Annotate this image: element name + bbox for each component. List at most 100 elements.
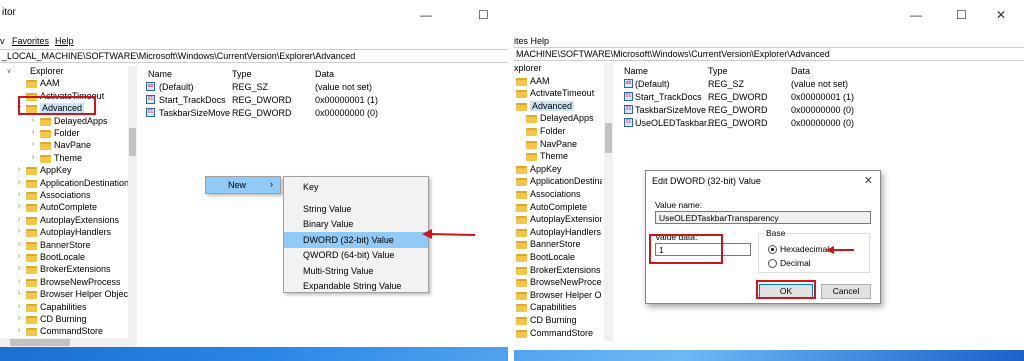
- chevron-right-icon[interactable]: ›: [28, 117, 38, 124]
- column-data[interactable]: Data: [315, 69, 334, 79]
- value-row[interactable]: 01 TaskbarSizeMove REG_DWORD 0x00000000 (0): [140, 108, 508, 120]
- chevron-right-icon[interactable]: ›: [14, 203, 24, 210]
- chevron-right-icon[interactable]: ›: [14, 278, 24, 285]
- column-data[interactable]: Data: [791, 66, 810, 76]
- tree-item-cd-burning[interactable]: › CD Burning: [0, 314, 128, 326]
- submenu-item-string-value[interactable]: String Value: [284, 201, 428, 217]
- value-row[interactable]: 01 UseOLEDTaskbar... REG_DWORD 0x00000000 (…: [618, 118, 1018, 130]
- tree-item-bannerstore[interactable]: › BannerStore: [0, 240, 128, 252]
- tree-item-autocomplete[interactable]: AutoComplete: [514, 202, 602, 214]
- tree-hscroll-thumb[interactable]: [10, 339, 70, 346]
- tree-item-associations[interactable]: Associations: [514, 189, 602, 201]
- submenu-item-key[interactable]: Key: [284, 179, 428, 195]
- chevron-right-icon[interactable]: ›: [28, 154, 38, 161]
- tree-item-associations[interactable]: › Associations: [0, 190, 128, 202]
- chevron-right-icon[interactable]: ›: [14, 303, 24, 310]
- address-bar-right[interactable]: MACHINE\SOFTWARE\Microsoft\Windows\Curre…: [514, 47, 1024, 61]
- tree-item-browsenewprocess[interactable]: › BrowseNewProcess: [0, 277, 128, 289]
- chevron-right-icon[interactable]: ›: [14, 241, 24, 248]
- tree-item-commandstore[interactable]: CommandStore: [514, 328, 602, 340]
- chevron-right-icon[interactable]: ›: [14, 327, 24, 334]
- tree-scrollbar[interactable]: [128, 66, 137, 338]
- tree-item-autoplayextensions[interactable]: › AutoplayExtensions: [0, 215, 128, 227]
- dialog-close-icon[interactable]: ✕: [864, 174, 873, 187]
- tree-item-advanced[interactable]: Advanced: [514, 100, 602, 113]
- tree-scroll-thumb-right[interactable]: [605, 123, 612, 153]
- cancel-button[interactable]: Cancel: [821, 284, 871, 299]
- tree-item-aam[interactable]: AAM: [0, 78, 128, 90]
- chevron-right-icon[interactable]: ›: [14, 179, 24, 186]
- column-name[interactable]: Name: [624, 66, 648, 76]
- tree-hscrollbar[interactable]: [0, 338, 137, 347]
- minimize-icon[interactable]: —: [420, 8, 432, 22]
- tree-item-aam[interactable]: AAM: [514, 76, 602, 88]
- chevron-right-icon[interactable]: ›: [14, 265, 24, 272]
- tree-item-browser-helper-objects[interactable]: Browser Helper Objects: [514, 290, 602, 302]
- value-name-field[interactable]: UseOLEDTaskbarTransparency: [655, 211, 871, 224]
- tree-scroll-thumb[interactable]: [129, 128, 136, 156]
- menu-help[interactable]: Help: [55, 36, 74, 46]
- hexadecimal-radio[interactable]: [768, 245, 777, 254]
- maximize-icon[interactable]: ☐: [956, 8, 967, 22]
- tree-item-navpane[interactable]: NavPane: [514, 139, 602, 151]
- value-row[interactable]: 01 Start_TrackDocs REG_DWORD 0x00000001 (1): [618, 92, 1018, 104]
- tree-item-bootlocale[interactable]: BootLocale: [514, 252, 602, 264]
- value-row[interactable]: 01 TaskbarSizeMove REG_DWORD 0x00000000 (0): [618, 105, 1018, 117]
- submenu-item-multi-string-value[interactable]: Multi-String Value: [284, 263, 428, 279]
- chevron-right-icon[interactable]: ›: [14, 191, 24, 198]
- tree-item-folder[interactable]: Folder: [514, 126, 602, 138]
- tree-item-xplorer[interactable]: xplorer: [514, 63, 602, 75]
- tree-item-brokerextensions[interactable]: › BrokerExtensions: [0, 264, 128, 276]
- chevron-right-icon[interactable]: ›: [28, 141, 38, 148]
- submenu-item-qword-64-bit-value[interactable]: QWORD (64-bit) Value: [284, 247, 428, 263]
- tree-item-appkey[interactable]: AppKey: [514, 164, 602, 176]
- tree-item-cd-burning[interactable]: CD Burning: [514, 315, 602, 327]
- tree-item-applicationdestinations[interactable]: › ApplicationDestinations: [0, 178, 128, 190]
- tree-item-brokerextensions[interactable]: BrokerExtensions: [514, 265, 602, 277]
- tree-item-navpane[interactable]: › NavPane: [0, 140, 128, 152]
- chevron-right-icon[interactable]: ›: [14, 166, 24, 173]
- tree-item-folder[interactable]: › Folder: [0, 128, 128, 140]
- tree-item-bootlocale[interactable]: › BootLocale: [0, 252, 128, 264]
- tree-item-commandstore[interactable]: › CommandStore: [0, 326, 128, 338]
- chevron-right-icon[interactable]: ›: [14, 253, 24, 260]
- tree-item-bannerstore[interactable]: BannerStore: [514, 239, 602, 251]
- tree-item-browsenewprocess[interactable]: BrowseNewProcess: [514, 277, 602, 289]
- tree-item-theme[interactable]: › Theme: [0, 153, 128, 165]
- column-name[interactable]: Name: [148, 69, 172, 79]
- maximize-icon[interactable]: ☐: [478, 8, 489, 22]
- chevron-right-icon[interactable]: ›: [14, 216, 24, 223]
- tree-item-autoplayhandlers[interactable]: › AutoplayHandlers: [0, 227, 128, 239]
- value-row[interactable]: ab (Default) REG_SZ (value not set): [140, 82, 508, 94]
- menu-view[interactable]: v: [0, 36, 5, 46]
- tree-item-autoplayhandlers[interactable]: AutoplayHandlers: [514, 227, 602, 239]
- tree-item-activatetimeout[interactable]: ActivateTimeout: [514, 88, 602, 100]
- menu-partial[interactable]: ites Help: [514, 36, 549, 46]
- chevron-down-icon[interactable]: ∨: [4, 67, 14, 75]
- tree-item-appkey[interactable]: › AppKey: [0, 165, 128, 177]
- column-type[interactable]: Type: [708, 66, 728, 76]
- tree-item-browser-helper-objects[interactable]: › Browser Helper Objects: [0, 289, 128, 301]
- submenu-item-binary-value[interactable]: Binary Value: [284, 216, 428, 232]
- tree-item-autocomplete[interactable]: › AutoComplete: [0, 202, 128, 214]
- tree-item-delayedapps[interactable]: DelayedApps: [514, 113, 602, 125]
- chevron-right-icon[interactable]: ›: [14, 315, 24, 322]
- value-row[interactable]: ab (Default) REG_SZ (value not set): [618, 79, 1018, 91]
- tree-item-capabilities[interactable]: › Capabilities: [0, 302, 128, 314]
- address-bar[interactable]: _LOCAL_MACHINE\SOFTWARE\Microsoft\Window…: [0, 49, 508, 63]
- chevron-right-icon[interactable]: ›: [14, 228, 24, 235]
- tree-item-capabilities[interactable]: Capabilities: [514, 302, 602, 314]
- tree-item-delayedapps[interactable]: › DelayedApps: [0, 116, 128, 128]
- tree-item-theme[interactable]: Theme: [514, 151, 602, 163]
- chevron-right-icon[interactable]: ›: [28, 129, 38, 136]
- column-type[interactable]: Type: [232, 69, 252, 79]
- submenu-item-expandable-string-value[interactable]: Expandable String Value: [284, 278, 428, 294]
- menu-item-new[interactable]: New ›: [206, 177, 280, 193]
- tree-item-autoplayextensions[interactable]: AutoplayExtensions: [514, 214, 602, 226]
- tree-item-applicationdestinations[interactable]: ApplicationDestinations: [514, 176, 602, 188]
- submenu-item-dword-32-bit-value[interactable]: DWORD (32-bit) Value: [284, 231, 428, 248]
- value-row[interactable]: 01 Start_TrackDocs REG_DWORD 0x00000001 (1): [140, 95, 508, 107]
- chevron-right-icon[interactable]: ›: [14, 290, 24, 297]
- tree-scrollbar-right[interactable]: [604, 63, 613, 341]
- decimal-radio[interactable]: [768, 259, 777, 268]
